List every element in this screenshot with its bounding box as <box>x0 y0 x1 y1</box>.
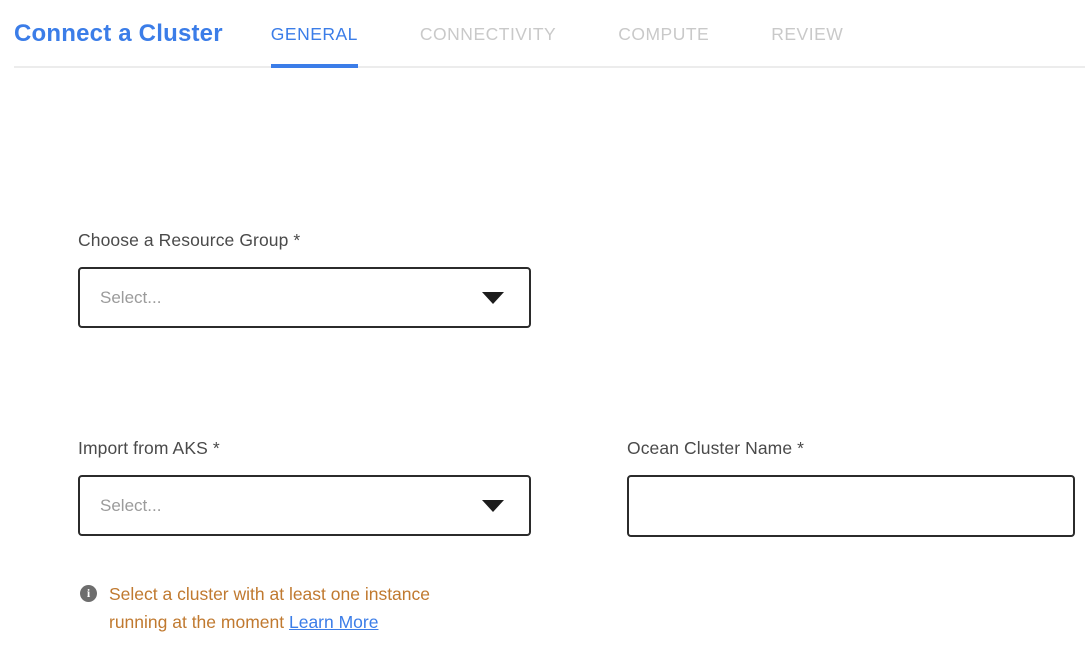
cluster-instance-note: i Select a cluster with at least one ins… <box>78 580 531 636</box>
note-text: Select a cluster with at least one insta… <box>109 580 465 636</box>
tab-connectivity[interactable]: CONNECTIVITY <box>420 0 556 68</box>
wizard-header: Connect a Cluster GENERAL CONNECTIVITY C… <box>0 0 1088 68</box>
learn-more-link[interactable]: Learn More <box>289 612 379 632</box>
wizard-steps: GENERAL CONNECTIVITY COMPUTE REVIEW <box>271 0 905 68</box>
tab-general[interactable]: GENERAL <box>271 0 358 68</box>
tab-compute[interactable]: COMPUTE <box>618 0 709 68</box>
import-aks-select[interactable]: Select... <box>78 475 531 536</box>
resource-group-placeholder: Select... <box>100 288 161 308</box>
general-step-form: Choose a Resource Group * Select... Impo… <box>0 230 1088 636</box>
info-icon: i <box>80 585 97 602</box>
ocean-cluster-name-label: Ocean Cluster Name * <box>627 438 1075 459</box>
resource-group-select[interactable]: Select... <box>78 267 531 328</box>
caret-down-icon <box>482 292 504 304</box>
note-message: Select a cluster with at least one insta… <box>109 584 430 632</box>
ocean-cluster-name-input[interactable] <box>627 475 1075 537</box>
resource-group-field: Choose a Resource Group * Select... <box>78 230 1088 328</box>
resource-group-label: Choose a Resource Group * <box>78 230 1088 251</box>
tab-review[interactable]: REVIEW <box>771 0 843 68</box>
page-title: Connect a Cluster <box>14 20 223 48</box>
import-aks-label: Import from AKS * <box>78 438 531 459</box>
header-divider <box>14 66 1085 68</box>
ocean-cluster-name-field: Ocean Cluster Name * <box>627 438 1075 537</box>
import-aks-placeholder: Select... <box>100 496 161 516</box>
caret-down-icon <box>482 500 504 512</box>
import-aks-field: Import from AKS * Select... <box>78 438 531 536</box>
